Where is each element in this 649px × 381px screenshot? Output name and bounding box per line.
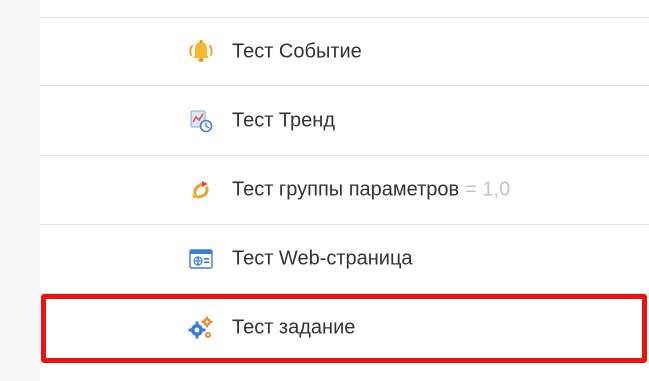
tree-item-label: Тест Событие — [232, 40, 362, 62]
parameter-value: = 1,0 — [465, 178, 511, 201]
tree-item-web-page[interactable]: Тест Web-страница — [40, 225, 649, 294]
tree-item-label: Тест Web-страница — [232, 247, 413, 270]
page: Тест Событие Тест Тренд Тест группы пара… — [0, 0, 649, 381]
task-gears-icon — [186, 313, 216, 343]
bell-icon — [186, 37, 216, 67]
left-gutter — [0, 0, 40, 381]
tree-item-label: Тест группы параметров = 1,0 — [232, 178, 511, 201]
web-page-icon — [186, 244, 216, 274]
tree-item-trend[interactable]: Тест Тренд — [40, 87, 649, 156]
tree-item-event[interactable]: Тест Событие — [40, 17, 649, 86]
tree-item-label: Тест Тренд — [232, 109, 335, 132]
trend-chart-icon — [186, 106, 216, 136]
parameter-group-icon — [186, 175, 216, 205]
tree-item-parameter-group[interactable]: Тест группы параметров = 1,0 — [40, 156, 649, 225]
tree-list: Тест Событие Тест Тренд Тест группы пара… — [40, 0, 649, 381]
tree-item-task[interactable]: Тест задание — [40, 294, 649, 363]
tree-item-label: Тест задание — [232, 316, 356, 339]
